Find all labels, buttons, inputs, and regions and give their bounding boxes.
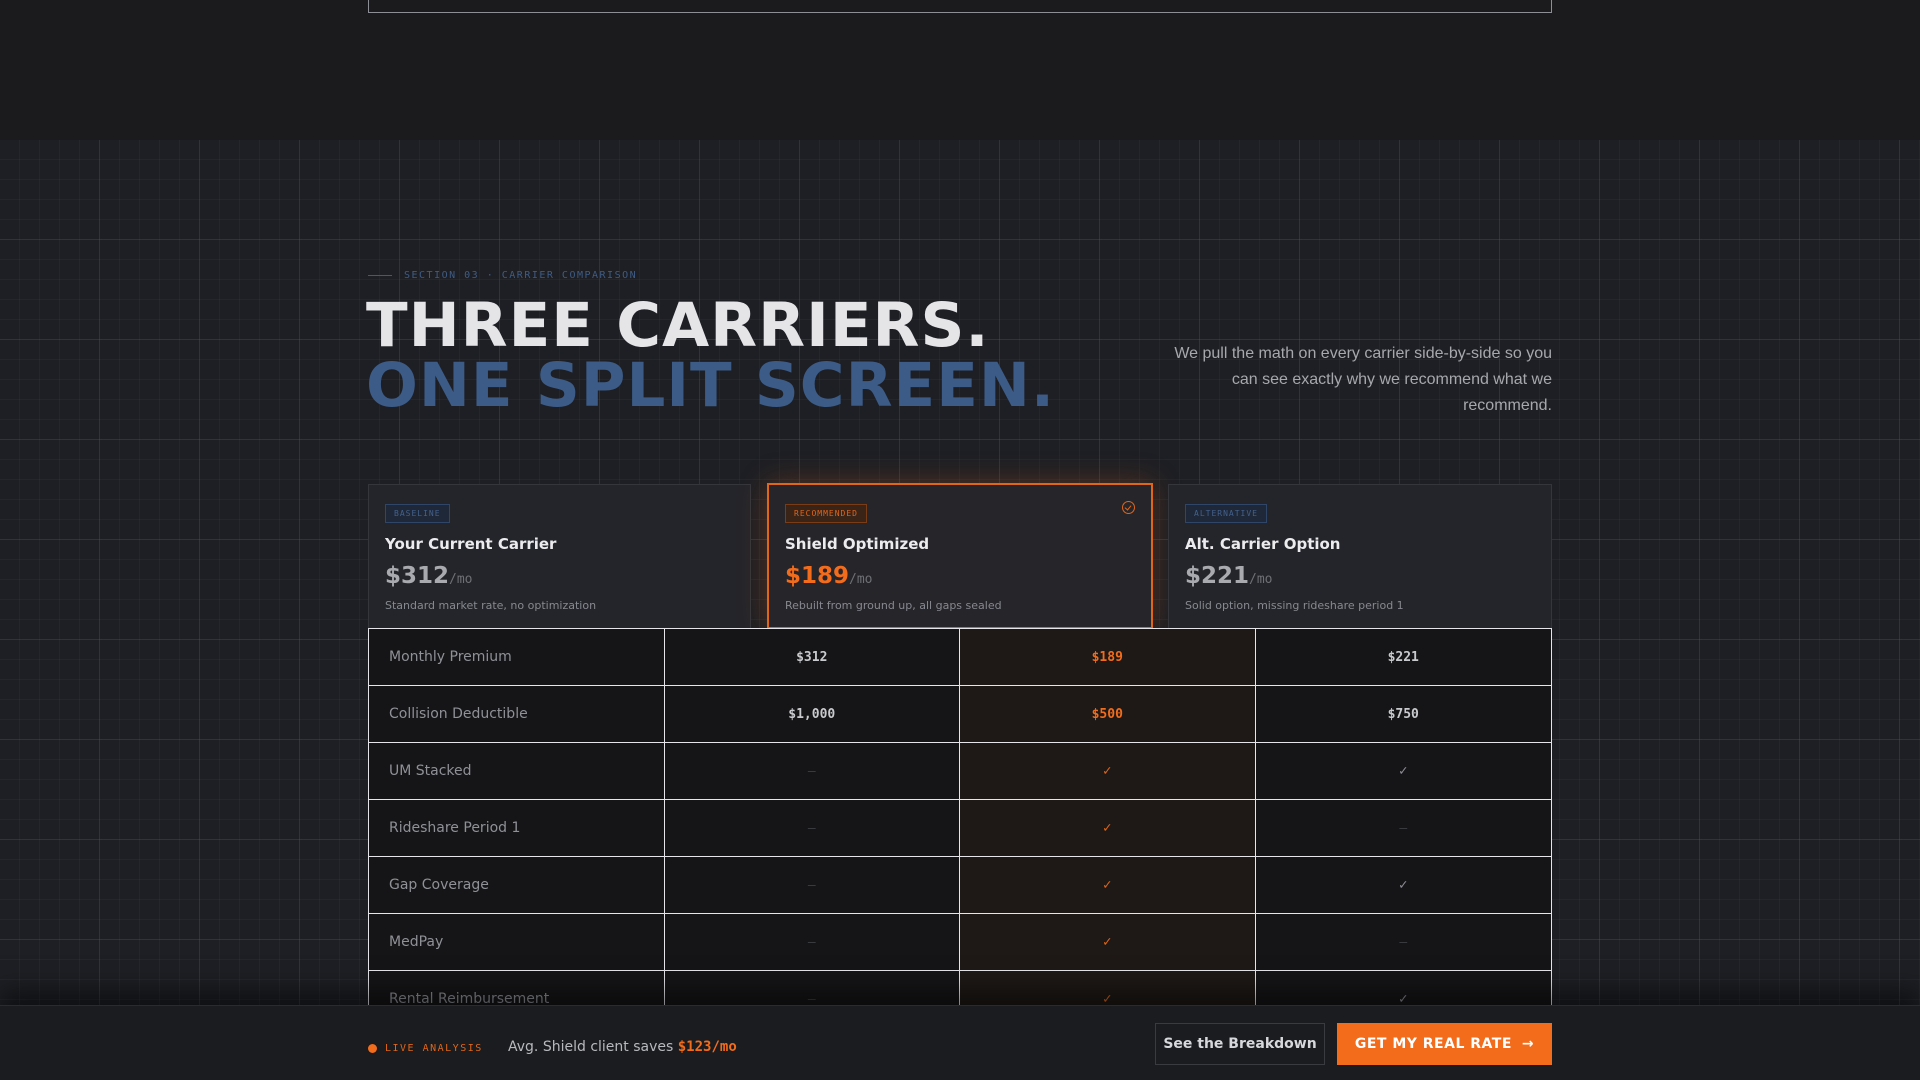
check-icon: ✓ xyxy=(1103,763,1112,779)
alt-value: $750 xyxy=(1255,686,1551,742)
current-value: — xyxy=(664,857,961,913)
table-row: MedPay — ✓ — xyxy=(368,913,1552,970)
dash-icon: — xyxy=(807,820,816,836)
dash-icon: — xyxy=(807,934,816,950)
row-label: Collision Deductible xyxy=(369,686,665,742)
carrier-card-shield[interactable]: RECOMMENDED Shield Optimized $189/mo Reb… xyxy=(767,483,1153,629)
check-icon: ✓ xyxy=(1103,820,1112,836)
alt-value: $221 xyxy=(1255,629,1551,685)
card-price: $189/mo xyxy=(785,563,1135,589)
live-indicator: LIVE ANALYSIS xyxy=(368,1043,483,1054)
table-row: Rideshare Period 1 — ✓ — xyxy=(368,799,1552,856)
card-description: Solid option, missing rideshare period 1 xyxy=(1185,599,1404,612)
price-period: /mo xyxy=(849,572,873,587)
page-title: THREE CARRIERS. ONE SPLIT SCREEN. xyxy=(366,290,1056,421)
card-description: Standard market rate, no optimization xyxy=(385,599,597,612)
headline-line-1: THREE CARRIERS. xyxy=(366,290,990,361)
see-breakdown-label: See the Breakdown xyxy=(1163,1036,1317,1052)
card-badge: BASELINE xyxy=(385,504,450,523)
previous-section-box xyxy=(368,0,1552,13)
current-value: — xyxy=(664,914,961,970)
table-row: Monthly Premium $312 $189 $221 xyxy=(368,628,1552,685)
dash-icon: — xyxy=(807,763,816,779)
card-badge: RECOMMENDED xyxy=(785,504,867,523)
table-row: UM Stacked — ✓ ✓ xyxy=(368,742,1552,799)
live-label: LIVE ANALYSIS xyxy=(385,1043,483,1054)
row-label: Rideshare Period 1 xyxy=(369,800,665,856)
card-name: Alt. Carrier Option xyxy=(1185,535,1341,553)
get-rate-label: GET MY REAL RATE xyxy=(1354,1036,1512,1052)
card-description: Rebuilt from ground up, all gaps sealed xyxy=(785,599,1002,612)
current-value: $312 xyxy=(664,629,961,685)
section-eyebrow: SECTION 03 · CARRIER COMPARISON xyxy=(368,270,637,281)
price-value: $221 xyxy=(1185,563,1250,589)
check-icon: ✓ xyxy=(1103,934,1112,950)
check-circle-icon xyxy=(1122,501,1135,514)
section-intro: We pull the math on every carrier side-b… xyxy=(1174,345,1552,414)
price-period: /mo xyxy=(1249,572,1273,587)
alt-value: ✓ xyxy=(1255,743,1551,799)
row-label: Gap Coverage xyxy=(369,857,665,913)
get-rate-button[interactable]: GET MY REAL RATE → xyxy=(1337,1023,1552,1065)
shield-value: ✓ xyxy=(960,800,1256,856)
savings-text: Avg. Shield client saves $123/mo xyxy=(508,1039,737,1055)
dash-icon: — xyxy=(807,877,816,893)
eyebrow-text: SECTION 03 · CARRIER COMPARISON xyxy=(404,270,638,281)
current-value: $1,000 xyxy=(664,686,961,742)
shield-value: $500 xyxy=(960,686,1256,742)
card-badge: ALTERNATIVE xyxy=(1185,504,1267,523)
shield-value: ✓ xyxy=(960,914,1256,970)
comparison-table: Monthly Premium $312 $189 $221 Collision… xyxy=(368,628,1552,1027)
check-icon: ✓ xyxy=(1399,763,1408,779)
savings-prefix: Avg. Shield client saves xyxy=(508,1039,674,1055)
card-price: $312/mo xyxy=(385,563,734,589)
eyebrow-line xyxy=(368,275,392,276)
live-dot-icon xyxy=(368,1044,377,1053)
carrier-card-current[interactable]: BASELINE Your Current Carrier $312/mo St… xyxy=(368,484,751,628)
see-breakdown-button[interactable]: See the Breakdown xyxy=(1155,1023,1325,1065)
current-value: — xyxy=(664,800,961,856)
card-price: $221/mo xyxy=(1185,563,1535,589)
row-label: UM Stacked xyxy=(369,743,665,799)
current-value: — xyxy=(664,743,961,799)
dash-icon: — xyxy=(1399,820,1408,836)
alt-value: ✓ xyxy=(1255,857,1551,913)
sticky-cta-bar: LIVE ANALYSIS Avg. Shield client saves $… xyxy=(0,1005,1920,1080)
row-label: Monthly Premium xyxy=(369,629,665,685)
shield-value: ✓ xyxy=(960,857,1256,913)
row-label: MedPay xyxy=(369,914,665,970)
carrier-card-alternative[interactable]: ALTERNATIVE Alt. Carrier Option $221/mo … xyxy=(1168,484,1552,628)
top-band xyxy=(0,0,1920,140)
dash-icon: — xyxy=(1399,934,1408,950)
table-row: Collision Deductible $1,000 $500 $750 xyxy=(368,685,1552,742)
check-icon: ✓ xyxy=(1399,877,1408,893)
price-period: /mo xyxy=(449,572,473,587)
alt-value: — xyxy=(1255,800,1551,856)
price-value: $189 xyxy=(785,563,850,589)
card-name: Your Current Carrier xyxy=(385,535,557,553)
arrow-right-icon: → xyxy=(1521,1036,1535,1052)
alt-value: — xyxy=(1255,914,1551,970)
savings-amount: $123/mo xyxy=(677,1039,737,1055)
card-name: Shield Optimized xyxy=(785,535,930,553)
check-icon: ✓ xyxy=(1103,877,1112,893)
price-value: $312 xyxy=(385,563,450,589)
shield-value: ✓ xyxy=(960,743,1256,799)
headline-line-2: ONE SPLIT SCREEN. xyxy=(366,350,1056,421)
table-row: Gap Coverage — ✓ ✓ xyxy=(368,856,1552,913)
shield-value: $189 xyxy=(960,629,1256,685)
